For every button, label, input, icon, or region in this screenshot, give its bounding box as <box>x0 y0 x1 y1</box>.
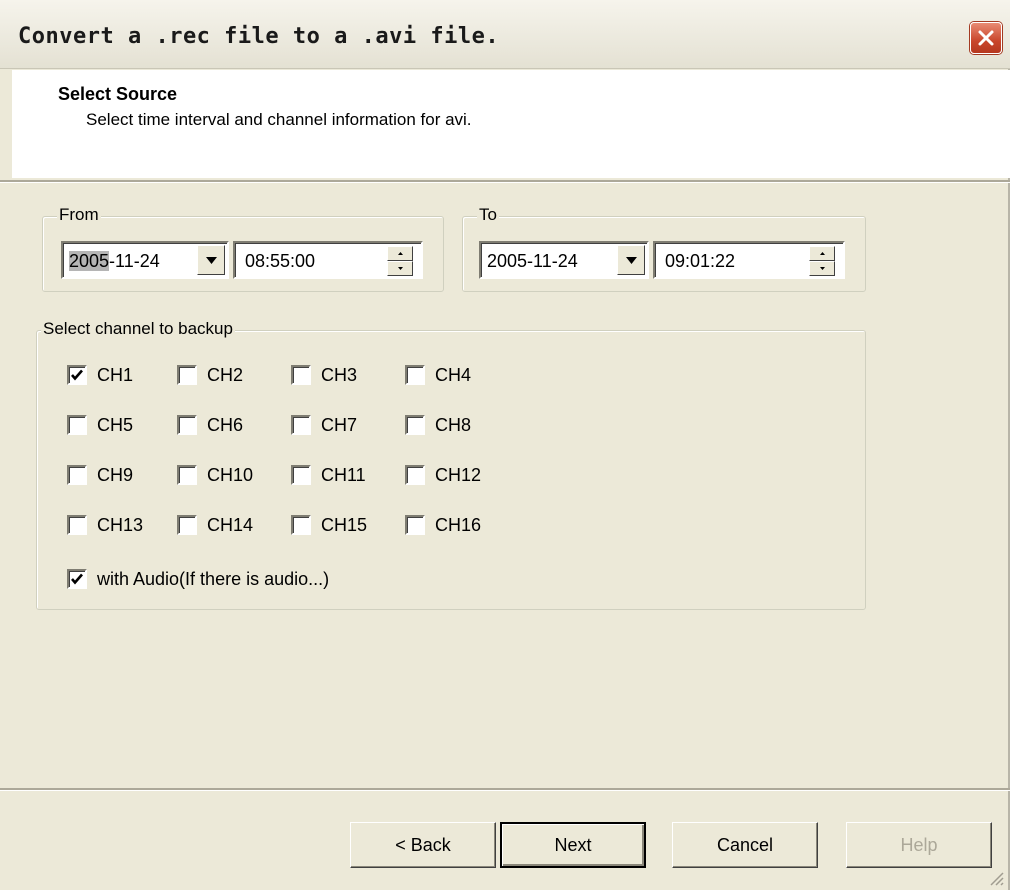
channel-checkbox-13[interactable]: CH13 <box>67 511 143 539</box>
cancel-button[interactable]: Cancel <box>672 822 818 868</box>
audio-checkbox-box[interactable] <box>67 569 87 589</box>
checkbox-box[interactable] <box>67 515 87 535</box>
checkbox-box[interactable] <box>405 365 425 385</box>
wizard-header: Select Source Select time interval and c… <box>12 70 1010 178</box>
from-time-up-button[interactable] <box>387 246 413 261</box>
channel-label: CH2 <box>207 364 244 385</box>
to-date-value: 2005-11-24 <box>487 251 578 271</box>
checkbox-box[interactable] <box>291 415 311 435</box>
checkbox-box[interactable] <box>177 515 197 535</box>
to-label: To <box>477 205 499 225</box>
channel-label: CH6 <box>207 414 244 435</box>
channel-label: CH10 <box>207 464 254 485</box>
channel-label: CH3 <box>321 364 358 385</box>
checkbox-box[interactable] <box>405 515 425 535</box>
page-title: Select Source <box>58 84 178 104</box>
checkbox-box[interactable] <box>177 415 197 435</box>
checkbox-box[interactable] <box>405 465 425 485</box>
to-time-down-button[interactable] <box>809 261 835 276</box>
convert-dialog: Convert a .rec file to a .avi file. Sele… <box>0 0 1010 890</box>
channel-checkbox-15[interactable]: CH15 <box>291 511 367 539</box>
checkmark-icon <box>71 573 83 585</box>
channel-checkbox-11[interactable]: CH11 <box>291 461 366 489</box>
close-icon <box>978 30 994 46</box>
channel-checkbox-9[interactable]: CH9 <box>67 461 133 489</box>
channel-label: CH1 <box>97 364 134 385</box>
chevron-down-icon <box>626 257 637 264</box>
checkbox-box[interactable] <box>291 515 311 535</box>
from-group: From 2005-11-24 08:55:00 <box>42 205 444 292</box>
from-date-picker[interactable]: 2005-11-24 <box>61 241 229 279</box>
to-time-field[interactable]: 09:01:22 <box>653 241 845 279</box>
audio-checkbox[interactable]: with Audio(If there is audio...) <box>67 565 329 593</box>
page-subtitle: Select time interval and channel informa… <box>86 110 472 129</box>
checkbox-box[interactable] <box>67 415 87 435</box>
checkmark-icon <box>71 369 83 381</box>
checkbox-box[interactable] <box>67 465 87 485</box>
back-button[interactable]: < Back <box>350 822 496 868</box>
checkbox-box[interactable] <box>177 465 197 485</box>
window-title: Convert a .rec file to a .avi file. <box>18 24 500 49</box>
checkbox-box[interactable] <box>405 415 425 435</box>
help-button[interactable]: Help <box>846 822 992 868</box>
channel-checkbox-7[interactable]: CH7 <box>291 411 357 439</box>
channel-checkbox-5[interactable]: CH5 <box>67 411 133 439</box>
from-date-year: 2005 <box>69 251 110 271</box>
from-time-value: 08:55:00 <box>245 251 316 271</box>
channel-checkbox-16[interactable]: CH16 <box>405 511 481 539</box>
channel-label: CH7 <box>321 414 358 435</box>
header-divider <box>0 180 1010 183</box>
checkbox-box[interactable] <box>291 365 311 385</box>
channel-checkbox-4[interactable]: CH4 <box>405 361 471 389</box>
checkbox-box[interactable] <box>67 365 87 385</box>
audio-checkbox-label: with Audio(If there is audio...) <box>97 568 330 589</box>
close-button[interactable] <box>970 22 1002 54</box>
to-time-up-button[interactable] <box>809 246 835 261</box>
channel-checkbox-1[interactable]: CH1 <box>67 361 133 389</box>
channel-label: CH13 <box>97 514 144 535</box>
channel-label: CH5 <box>97 414 134 435</box>
channel-label: CH15 <box>321 514 368 535</box>
channel-checkbox-14[interactable]: CH14 <box>177 511 253 539</box>
from-time-field[interactable]: 08:55:00 <box>233 241 423 279</box>
arrow-up-icon <box>820 252 825 255</box>
channel-checkbox-2[interactable]: CH2 <box>177 361 243 389</box>
from-time-down-button[interactable] <box>387 261 413 276</box>
channel-checkbox-3[interactable]: CH3 <box>291 361 357 389</box>
from-label: From <box>57 205 101 225</box>
checkbox-box[interactable] <box>177 365 197 385</box>
channel-checkbox-12[interactable]: CH12 <box>405 461 481 489</box>
channel-label: CH8 <box>435 414 472 435</box>
channel-label: CH14 <box>207 514 254 535</box>
chevron-down-icon <box>206 257 217 264</box>
channel-checkbox-8[interactable]: CH8 <box>405 411 471 439</box>
to-group: To 2005-11-24 09:01:22 <box>462 205 866 292</box>
channel-group: Select channel to backup CH1 CH2 CH3 CH4 CH5… <box>36 319 866 610</box>
to-time-value: 09:01:22 <box>665 251 736 271</box>
channel-checkbox-10[interactable]: CH10 <box>177 461 253 489</box>
next-button[interactable]: Next <box>500 822 646 868</box>
arrow-down-icon <box>398 267 403 270</box>
from-date-dropdown-button[interactable] <box>197 245 225 275</box>
channel-group-label: Select channel to backup <box>41 319 235 339</box>
channel-checkbox-6[interactable]: CH6 <box>177 411 243 439</box>
channel-label: CH4 <box>435 364 472 385</box>
to-date-dropdown-button[interactable] <box>617 245 645 275</box>
to-date-picker[interactable]: 2005-11-24 <box>479 241 649 279</box>
arrow-down-icon <box>820 267 825 270</box>
channel-label: CH9 <box>97 464 134 485</box>
arrow-up-icon <box>398 252 403 255</box>
footer-divider <box>0 788 1010 791</box>
from-date-rest: -11-24 <box>109 251 160 271</box>
title-bar[interactable]: Convert a .rec file to a .avi file. <box>0 0 1010 69</box>
resize-grip-icon[interactable] <box>986 868 1004 886</box>
channel-label: CH11 <box>321 464 366 485</box>
checkbox-box[interactable] <box>291 465 311 485</box>
channel-label: CH16 <box>435 514 482 535</box>
channel-label: CH12 <box>435 464 482 485</box>
